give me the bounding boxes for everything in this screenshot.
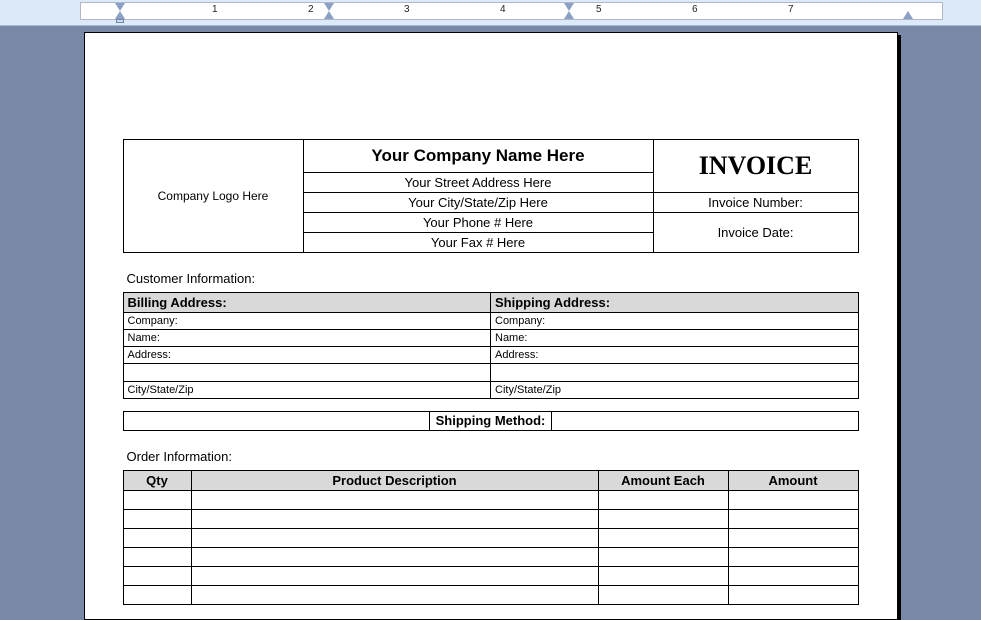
ruler-num: 1 bbox=[212, 4, 218, 15]
col-each: Amount Each bbox=[598, 471, 728, 491]
logo-placeholder-cell[interactable]: Company Logo Here bbox=[123, 140, 303, 253]
shipping-company-cell[interactable]: Company: bbox=[491, 313, 859, 330]
order-row[interactable] bbox=[123, 510, 858, 529]
billing-header: Billing Address: bbox=[123, 293, 491, 313]
invoice-title-text: INVOICE bbox=[699, 151, 813, 180]
ruler-num: 7 bbox=[788, 4, 794, 15]
order-row[interactable] bbox=[123, 548, 858, 567]
horizontal-ruler[interactable]: 1 2 3 4 5 6 7 bbox=[80, 2, 943, 20]
label: Name: bbox=[128, 332, 160, 344]
billing-csz-cell[interactable]: City/State/Zip bbox=[123, 382, 491, 399]
customer-section-label: Customer Information: bbox=[127, 271, 859, 286]
ruler-bar: 1 2 3 4 5 6 7 bbox=[0, 0, 981, 26]
tab-marker-2-bottom[interactable] bbox=[564, 11, 574, 19]
ruler-num: 6 bbox=[692, 4, 698, 15]
shipping-address-cell[interactable]: Address: bbox=[491, 347, 859, 364]
invoice-number-cell[interactable]: Invoice Number: bbox=[653, 193, 858, 213]
billing-address2-cell[interactable] bbox=[123, 364, 491, 382]
fax-text: Your Fax # Here bbox=[431, 235, 525, 250]
street-text: Your Street Address Here bbox=[405, 175, 552, 190]
order-row[interactable] bbox=[123, 586, 858, 605]
ruler-num: 5 bbox=[596, 4, 602, 15]
shipping-csz-cell[interactable]: City/State/Zip bbox=[491, 382, 859, 399]
col-qty: Qty bbox=[123, 471, 191, 491]
address-table: Billing Address: Shipping Address: Compa… bbox=[123, 292, 859, 399]
left-indent-box[interactable] bbox=[116, 19, 124, 23]
invoice-number-label: Invoice Number: bbox=[708, 195, 803, 210]
col-amount: Amount bbox=[728, 471, 858, 491]
label: Address: bbox=[128, 349, 171, 361]
right-indent-marker[interactable] bbox=[903, 11, 913, 19]
billing-name-cell[interactable]: Name: bbox=[123, 330, 491, 347]
logo-placeholder-text: Company Logo Here bbox=[158, 189, 269, 203]
tab-marker-1-bottom[interactable] bbox=[324, 11, 334, 19]
ruler-num: 4 bbox=[500, 4, 506, 15]
fax-cell[interactable]: Your Fax # Here bbox=[303, 233, 653, 253]
document-canvas: Company Logo Here Your Company Name Here… bbox=[0, 26, 981, 620]
order-table: Qty Product Description Amount Each Amou… bbox=[123, 470, 859, 605]
shipping-name-cell[interactable]: Name: bbox=[491, 330, 859, 347]
header-table: Company Logo Here Your Company Name Here… bbox=[123, 139, 859, 253]
company-name-text: Your Company Name Here bbox=[371, 146, 584, 165]
invoice-date-label: Invoice Date: bbox=[718, 225, 794, 240]
ruler-num: 2 bbox=[308, 4, 314, 15]
shipping-method-blank-left[interactable] bbox=[123, 411, 429, 431]
first-line-indent-marker[interactable] bbox=[115, 3, 125, 11]
order-row[interactable] bbox=[123, 491, 858, 510]
tab-marker-2[interactable] bbox=[564, 3, 574, 11]
shipping-address2-cell[interactable] bbox=[491, 364, 859, 382]
phone-cell[interactable]: Your Phone # Here bbox=[303, 213, 653, 233]
city-text: Your City/State/Zip Here bbox=[408, 195, 548, 210]
shipping-header: Shipping Address: bbox=[491, 293, 859, 313]
phone-text: Your Phone # Here bbox=[423, 215, 533, 230]
order-row[interactable] bbox=[123, 529, 858, 548]
label: City/State/Zip bbox=[128, 384, 194, 396]
hanging-indent-marker[interactable] bbox=[115, 11, 125, 19]
col-description: Product Description bbox=[191, 471, 598, 491]
document-page[interactable]: Company Logo Here Your Company Name Here… bbox=[84, 32, 898, 620]
order-row[interactable] bbox=[123, 567, 858, 586]
shipping-method-label: Shipping Method: bbox=[429, 411, 553, 431]
label: Name: bbox=[495, 332, 527, 344]
label: Address: bbox=[495, 349, 538, 361]
company-name-cell[interactable]: Your Company Name Here bbox=[303, 140, 653, 173]
shipping-method-row: Shipping Method: bbox=[123, 411, 859, 431]
invoice-date-cell[interactable]: Invoice Date: bbox=[653, 213, 858, 253]
shipping-method-value[interactable] bbox=[552, 411, 858, 431]
street-cell[interactable]: Your Street Address Here bbox=[303, 173, 653, 193]
billing-address-cell[interactable]: Address: bbox=[123, 347, 491, 364]
city-cell[interactable]: Your City/State/Zip Here bbox=[303, 193, 653, 213]
invoice-title-cell: INVOICE bbox=[653, 140, 858, 193]
order-section-label: Order Information: bbox=[127, 449, 859, 464]
label: Company: bbox=[128, 315, 178, 327]
label: City/State/Zip bbox=[495, 384, 561, 396]
billing-company-cell[interactable]: Company: bbox=[123, 313, 491, 330]
ruler-num: 3 bbox=[404, 4, 410, 15]
tab-marker-1[interactable] bbox=[324, 3, 334, 11]
label: Company: bbox=[495, 315, 545, 327]
